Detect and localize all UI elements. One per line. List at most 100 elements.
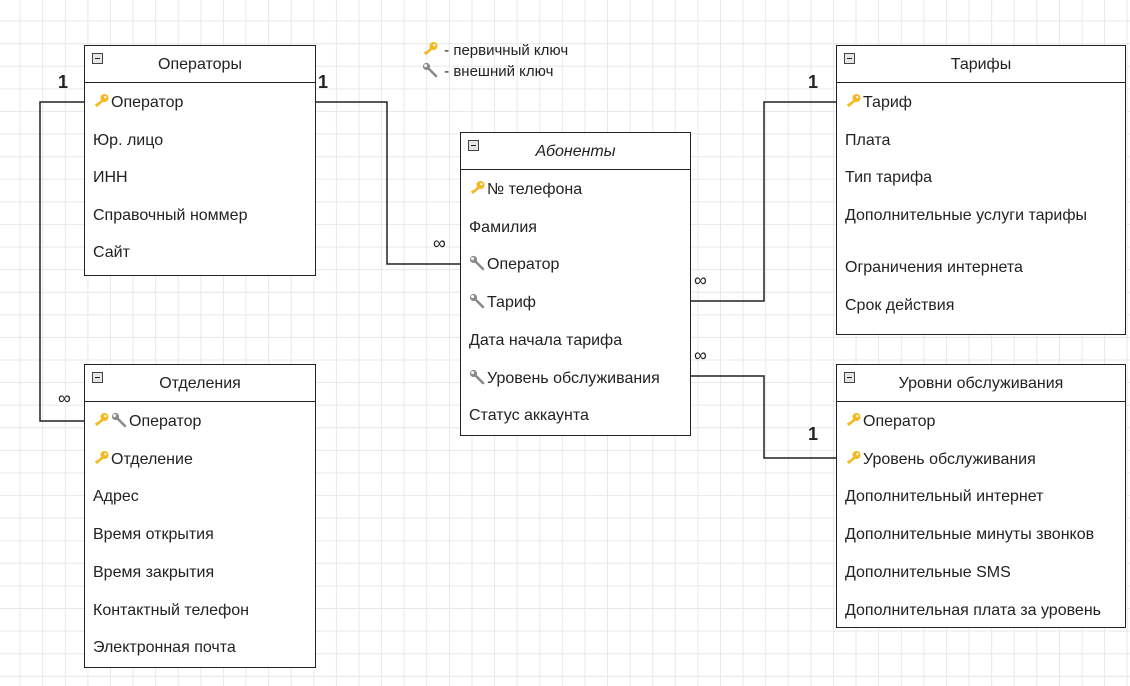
field-label: Отделение xyxy=(111,450,193,468)
entity-subscribers[interactable]: Абоненты № телефона Фамилия Оператор Тариф Д… xyxy=(460,132,691,436)
field-row[interactable]: Дополнительная плата за уровень xyxy=(845,599,1121,623)
field-row[interactable]: Оператор xyxy=(845,410,1121,434)
field-row[interactable]: Тип тарифа xyxy=(845,166,1121,190)
collapse-icon[interactable] xyxy=(468,140,479,151)
key-icon xyxy=(93,93,111,109)
field-label: Фамилия xyxy=(469,218,537,236)
wrench-icon xyxy=(469,255,487,271)
field-row[interactable]: Время закрытия xyxy=(93,561,311,585)
wrench-icon xyxy=(422,62,440,78)
field-label: Сайт xyxy=(93,244,130,262)
field-row[interactable]: Оператор xyxy=(93,410,311,434)
wrench-icon xyxy=(469,369,487,385)
field-label: Время закрытия xyxy=(93,563,215,581)
field-row[interactable]: Адрес xyxy=(93,485,311,509)
cardinality-one: 1 xyxy=(58,72,69,92)
field-row[interactable]: № телефона xyxy=(469,178,686,202)
cardinality-many: ∞ xyxy=(433,233,446,253)
legend-primary-key: - первичный ключ xyxy=(422,40,568,61)
field-row[interactable]: Отделение xyxy=(93,448,311,472)
cardinality-one: 1 xyxy=(318,72,329,92)
entity-operators[interactable]: Операторы Оператор Юр. лицо ИНН Справочный … xyxy=(84,45,316,276)
field-label: Адрес xyxy=(93,488,139,506)
key-icon xyxy=(422,41,440,57)
wrench-icon xyxy=(469,293,487,309)
field-label: Уровень обслуживания xyxy=(487,369,660,387)
field-row[interactable]: Статус аккаунта xyxy=(469,404,686,428)
field-row[interactable]: Время открытия xyxy=(93,523,311,547)
entity-title: Абоненты xyxy=(535,143,616,160)
key-icon xyxy=(93,450,111,466)
entity-header[interactable]: Абоненты xyxy=(461,133,690,170)
field-label: Дополнительная плата за уровень xyxy=(845,601,1101,619)
field-label: Дополнительные SMS xyxy=(845,563,1011,581)
collapse-icon[interactable] xyxy=(92,53,103,64)
field-row[interactable]: Контактный телефон xyxy=(93,599,311,623)
field-label: Плата xyxy=(845,131,891,149)
entity-service-levels[interactable]: Уровни обслуживания Оператор Уровень обсл… xyxy=(836,364,1126,628)
entity-header[interactable]: Тарифы xyxy=(837,46,1125,83)
field-label: Оператор xyxy=(111,94,184,111)
field-row[interactable]: Дополнительные минуты звонков xyxy=(845,523,1121,547)
field-label: ИНН xyxy=(93,169,128,187)
field-row[interactable]: Юр. лицо xyxy=(93,129,311,153)
field-row[interactable]: Электронная почта xyxy=(93,636,311,660)
cardinality-many: ∞ xyxy=(694,345,707,365)
key-icon xyxy=(845,450,863,466)
field-label: Время открытия xyxy=(93,526,214,544)
field-label: Статус аккаунта xyxy=(469,407,589,425)
entity-tariffs[interactable]: Тарифы Тариф Плата Тип тарифа Дополнительны… xyxy=(836,45,1126,335)
entity-title: Тарифы xyxy=(950,56,1012,73)
cardinality-one: 1 xyxy=(808,72,819,92)
cardinality-many: ∞ xyxy=(58,388,71,408)
legend-foreign-key: - внешний ключ xyxy=(422,61,568,82)
field-label: Оператор xyxy=(487,256,560,274)
legend-foreign-key-label: - внешний ключ xyxy=(444,63,554,80)
field-row[interactable]: Справочный номмер xyxy=(93,204,311,228)
field-label: Справочный номмер xyxy=(93,206,248,224)
field-label: Дополнительный интернет xyxy=(845,488,1044,506)
entity-header[interactable]: Отделения xyxy=(85,365,315,402)
field-row[interactable]: Дополнительные SMS xyxy=(845,561,1121,585)
field-label: Ограничения интернета xyxy=(845,259,1023,277)
field-label: Уровень обслуживания xyxy=(863,450,1036,468)
field-row[interactable]: ИНН xyxy=(93,166,311,190)
field-row[interactable]: Дополнительный интернет xyxy=(845,485,1121,509)
cardinality-one: 1 xyxy=(808,424,819,444)
relation-tariffs-subscribers xyxy=(691,101,836,302)
field-label: Юр. лицо xyxy=(93,131,164,149)
field-label: Дополнительные минуты звонков xyxy=(845,526,1095,544)
field-row[interactable]: Плата xyxy=(845,129,1121,153)
field-row[interactable]: Срок действия xyxy=(845,294,1121,318)
entity-branches[interactable]: Отделения Оператор Отделение Адрес Время от… xyxy=(84,364,316,668)
field-row[interactable]: Оператор xyxy=(469,253,686,277)
key-icon xyxy=(93,412,111,428)
collapse-icon[interactable] xyxy=(844,53,855,64)
key-icon xyxy=(845,93,863,109)
field-row[interactable]: Тариф xyxy=(469,291,686,315)
entity-header[interactable]: Операторы xyxy=(85,46,315,83)
field-label: Тип тарифа xyxy=(845,169,933,187)
field-row[interactable]: Оператор xyxy=(93,91,311,115)
cardinality-many: ∞ xyxy=(694,270,707,290)
field-row[interactable]: Фамилия xyxy=(469,216,686,240)
field-row[interactable]: Сайт xyxy=(93,241,311,265)
wrench-icon xyxy=(111,412,129,428)
field-row[interactable]: Тариф xyxy=(845,91,1121,115)
field-row[interactable]: Дополнительные услуги тарифы xyxy=(845,204,1121,228)
entity-title: Операторы xyxy=(158,56,242,73)
field-row[interactable]: Ограничения интернета xyxy=(845,256,1121,280)
collapse-icon[interactable] xyxy=(92,372,103,383)
field-label: Дата начала тарифа xyxy=(469,331,623,349)
field-label: Дополнительные услуги тарифы xyxy=(845,206,1088,224)
field-label: № телефона xyxy=(487,181,583,198)
relation-levels-subscribers xyxy=(691,375,836,459)
entity-header[interactable]: Уровни обслуживания xyxy=(837,365,1125,402)
field-label: Тариф xyxy=(487,294,536,312)
field-row[interactable]: Уровень обслуживания xyxy=(845,448,1121,472)
field-row[interactable]: Дата начала тарифа xyxy=(469,329,686,353)
field-label: Электронная почта xyxy=(93,639,236,657)
field-row[interactable]: Уровень обслуживания xyxy=(469,367,686,391)
collapse-icon[interactable] xyxy=(844,372,855,383)
relation-operators-branches xyxy=(39,101,84,422)
